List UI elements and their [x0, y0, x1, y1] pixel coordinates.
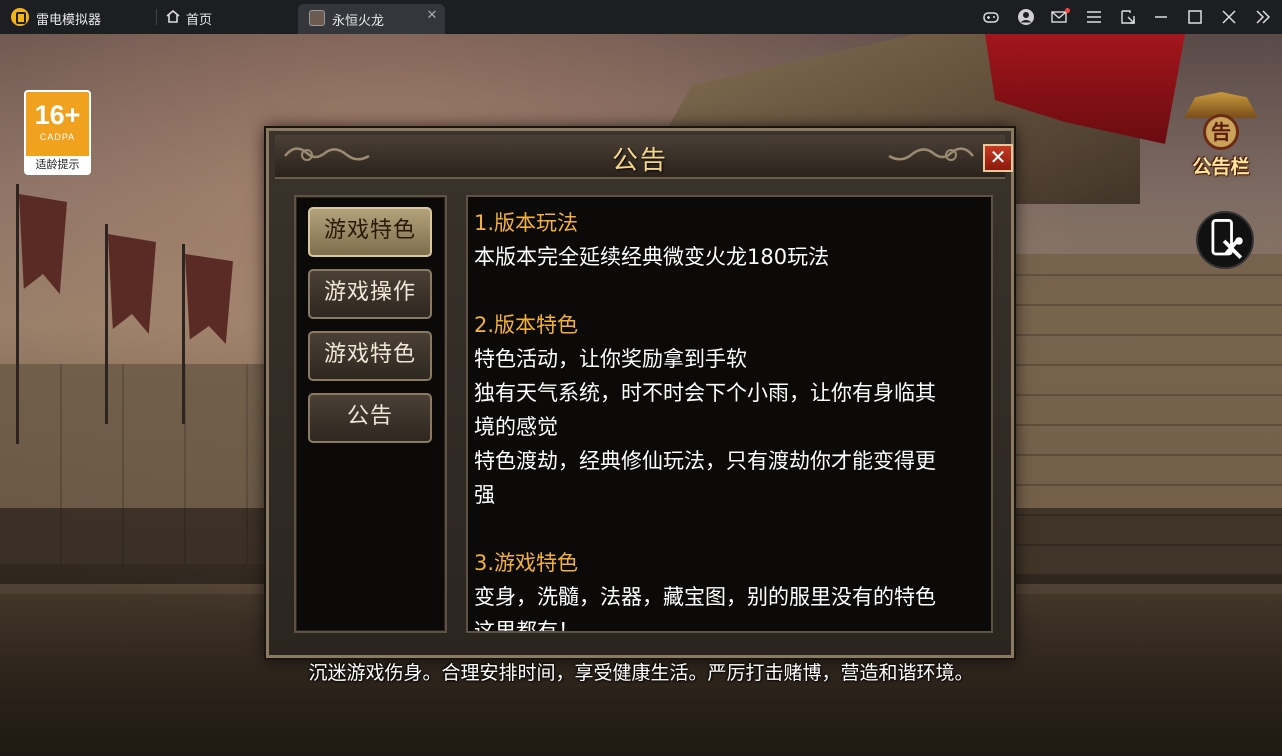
nav-game-features[interactable]: 游戏特色	[308, 207, 432, 257]
nav-game-controls[interactable]: 游戏操作	[308, 269, 432, 319]
notification-dot	[1065, 8, 1070, 13]
collapse-icon[interactable]	[1254, 8, 1272, 26]
flag-pole	[105, 224, 108, 424]
category-nav: 游戏特色 游戏操作 游戏特色 公告	[294, 195, 447, 633]
flag-pole	[182, 244, 185, 424]
phone-tools-button[interactable]	[1196, 211, 1254, 269]
resize-icon[interactable]	[1119, 8, 1137, 26]
age-rating-badge: 16+ CADPA 适龄提示	[24, 90, 91, 175]
app-logo-icon	[11, 8, 29, 26]
minimize-icon[interactable]	[1152, 8, 1170, 26]
content-line: 独有天气系统，时不时会下个小雨，让你有身临其	[474, 381, 936, 405]
announcement-dialog: 公告 ✕ 游戏特色 游戏操作 游戏特色 公告 1.版本玩法 本版本完全延续经典微…	[266, 128, 1014, 658]
gamepad-icon[interactable]	[982, 8, 1000, 26]
nav-announcement[interactable]: 公告	[308, 393, 432, 443]
war-flag	[19, 194, 67, 294]
dialog-header: 公告 ✕	[275, 135, 1013, 179]
tab-game-label: 永恒火龙	[332, 14, 385, 29]
content-line: 这里都有！	[474, 619, 579, 633]
content-line: 本版本完全延续经典微变火龙180玩法	[474, 245, 830, 269]
war-flag	[185, 254, 233, 344]
section-title: 3.游戏特色	[474, 551, 579, 575]
content-line: 特色渡劫，经典修仙玩法，只有渡劫你才能变得更	[474, 449, 936, 473]
close-icon[interactable]	[1220, 8, 1238, 26]
game-tab-icon	[309, 10, 325, 26]
content-line: 强	[474, 483, 495, 507]
flag-pole	[16, 184, 19, 444]
content-line: 特色活动，让你奖励拿到手软	[474, 347, 747, 371]
nav-game-features-2[interactable]: 游戏特色	[308, 331, 432, 381]
content-line: 境的感觉	[474, 415, 558, 439]
titlebar-divider	[156, 9, 157, 25]
war-flag	[108, 234, 156, 334]
content-line: 变身，洗髓，法器，藏宝图，别的服里没有的特色	[474, 585, 936, 609]
notice-board-button[interactable]: 告 公告栏	[1182, 92, 1260, 182]
user-icon[interactable]	[1017, 8, 1035, 26]
section-title: 2.版本特色	[474, 313, 579, 337]
health-warning: 沉迷游戏伤身。合理安排时间，享受健康生活。严厉打击赌博，营造和谐环境。	[308, 662, 974, 684]
age-tip: 适龄提示	[26, 156, 89, 173]
menu-icon[interactable]	[1085, 8, 1103, 26]
tab-close-icon[interactable]: ✕	[425, 9, 439, 23]
mail-icon[interactable]	[1050, 8, 1070, 26]
maximize-icon[interactable]	[1186, 8, 1204, 26]
emulator-titlebar: 雷电模拟器 首页 永恒火龙 ✕	[0, 0, 1282, 34]
dialog-close-button[interactable]: ✕	[983, 144, 1013, 172]
announcement-content[interactable]: 1.版本玩法 本版本完全延续经典微变火龙180玩法 2.版本特色 特色活动，让你…	[466, 195, 993, 633]
section-title: 1.版本玩法	[474, 211, 579, 235]
app-name: 雷电模拟器	[36, 13, 102, 28]
right-ornament-icon	[888, 147, 974, 161]
home-icon[interactable]	[166, 10, 180, 23]
phone-tools-icon	[1211, 219, 1243, 260]
age-rating: 16+	[34, 100, 81, 130]
tab-game[interactable]: 永恒火龙 ✕	[298, 4, 445, 34]
tab-home[interactable]: 首页	[186, 9, 212, 28]
rating-org: CADPA	[39, 132, 76, 142]
notice-board-label: 公告栏	[1192, 156, 1250, 178]
notice-glyph: 告	[1203, 114, 1239, 150]
